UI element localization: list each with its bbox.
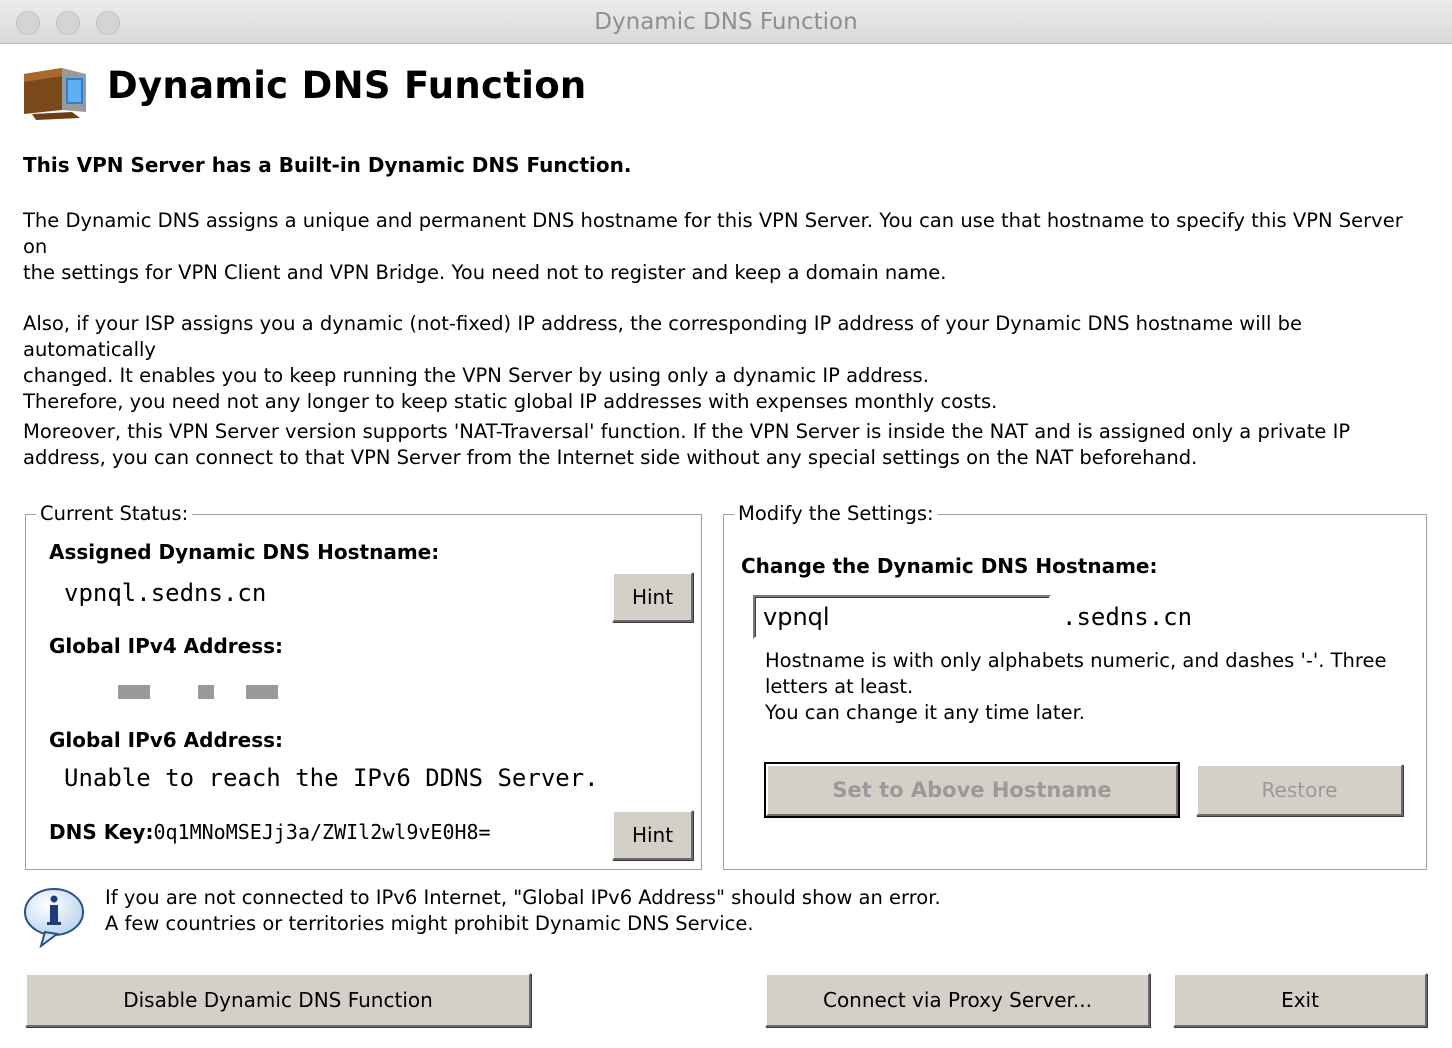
dns-key-row: DNS Key:0q1MNoMSEJj3a/ZWIl2wl9vE0H8= [49, 820, 491, 844]
exit-button[interactable]: Exit [1173, 973, 1427, 1027]
assigned-hostname-label: Assigned Dynamic DNS Hostname: [49, 540, 440, 564]
info-line-2: A few countries or territories might pro… [105, 912, 754, 935]
modify-settings-legend: Modify the Settings: [734, 502, 938, 525]
intro-lead: This VPN Server has a Built-in Dynamic D… [23, 153, 632, 177]
ipv6-label: Global IPv6 Address: [49, 728, 284, 752]
dns-key-value: 0q1MNoMSEJj3a/ZWIl2wl9vE0H8= [153, 820, 491, 844]
hostname-input[interactable]: vpnql [753, 595, 1051, 639]
window-title: Dynamic DNS Function [594, 9, 858, 35]
restore-button[interactable]: Restore [1196, 764, 1403, 816]
modify-settings-group: Modify the Settings: Change the Dynamic … [723, 502, 1427, 870]
page-title: Dynamic DNS Function [107, 64, 587, 107]
connect-proxy-button[interactable]: Connect via Proxy Server... [765, 973, 1150, 1027]
dns-key-hint-button[interactable]: Hint [612, 810, 693, 860]
ipv6-value: Unable to reach the IPv6 DDNS Server. [64, 764, 599, 792]
computer-monitor-icon [22, 64, 90, 120]
change-hostname-label: Change the Dynamic DNS Hostname: [741, 554, 1158, 578]
window-titlebar: Dynamic DNS Function [0, 0, 1452, 44]
hostname-hint-button[interactable]: Hint [612, 572, 693, 622]
info-speech-bubble-icon [23, 886, 89, 949]
info-line-1: If you are not connected to IPv6 Interne… [105, 886, 941, 909]
ipv4-label: Global IPv4 Address: [49, 634, 284, 658]
disable-ddns-button[interactable]: Disable Dynamic DNS Function [25, 973, 531, 1027]
hostname-rules-note: Hostname is with only alphabets numeric,… [765, 649, 1387, 724]
current-status-group: Current Status: Assigned Dynamic DNS Hos… [25, 502, 702, 870]
set-hostname-button[interactable]: Set to Above Hostname [764, 762, 1180, 818]
intro-paragraph-3: Moreover, this VPN Server version suppor… [23, 420, 1351, 469]
assigned-hostname-value: vpnql.sedns.cn [64, 579, 267, 607]
hostname-suffix: .sedns.cn [1062, 603, 1193, 631]
intro-paragraph-2: Also, if your ISP assigns you a dynamic … [23, 312, 1303, 413]
dns-key-label: DNS Key: [49, 820, 154, 844]
current-status-legend: Current Status: [36, 502, 193, 525]
intro-paragraph-1: The Dynamic DNS assigns a unique and per… [23, 209, 1403, 284]
